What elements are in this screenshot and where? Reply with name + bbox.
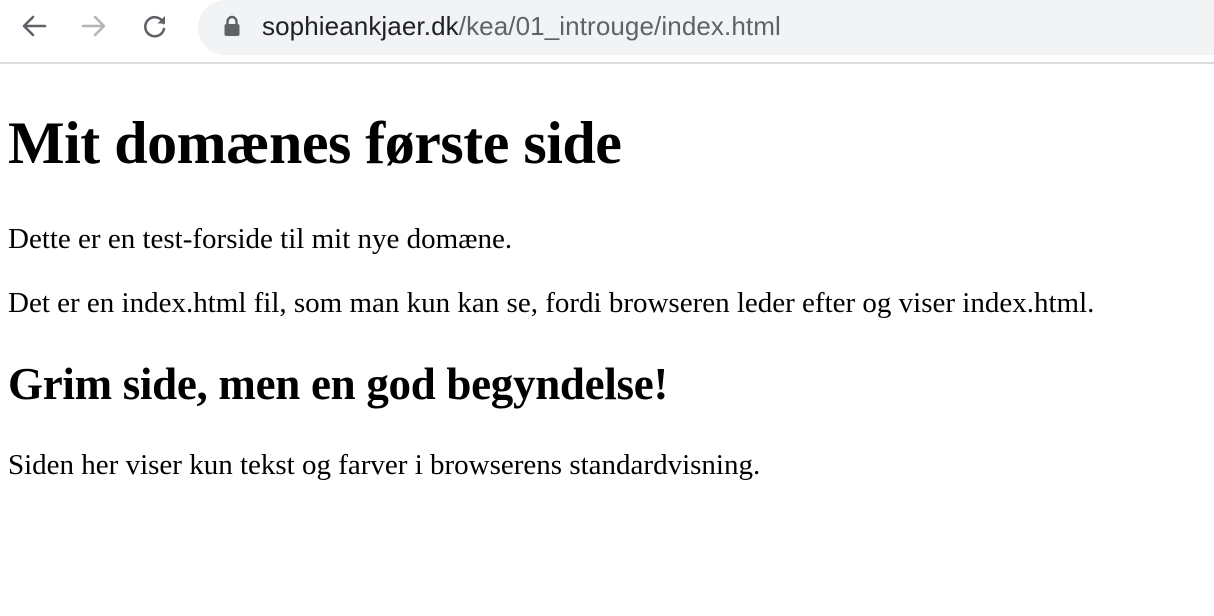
reload-button[interactable] xyxy=(135,6,175,46)
url-text[interactable]: sophieankjaer.dk/kea/01_introuge/index.h… xyxy=(262,11,781,41)
closing-paragraph: Siden her viser kun tekst og farver i br… xyxy=(8,449,761,481)
reload-icon xyxy=(143,15,166,38)
url-path: /kea/01_introuge/index.html xyxy=(458,11,781,41)
page-heading: Mit domænes første side xyxy=(8,110,622,176)
arrow-left-icon xyxy=(22,15,47,37)
page-subheading: Grim side, men en god begyndelse! xyxy=(8,359,669,409)
index-paragraph: Det er en index.html fil, som man kun ka… xyxy=(8,287,1095,319)
back-button[interactable] xyxy=(14,6,54,46)
arrow-right-icon xyxy=(81,15,106,37)
url-host: sophieankjaer.dk xyxy=(262,11,459,41)
browser-toolbar: sophieankjaer.dk/kea/01_introuge/index.h… xyxy=(0,0,1214,64)
lock-icon[interactable] xyxy=(222,15,242,37)
address-bar[interactable]: sophieankjaer.dk/kea/01_introuge/index.h… xyxy=(198,0,1214,55)
forward-button[interactable] xyxy=(74,6,114,46)
intro-paragraph: Dette er en test-forside til mit nye dom… xyxy=(8,223,513,255)
